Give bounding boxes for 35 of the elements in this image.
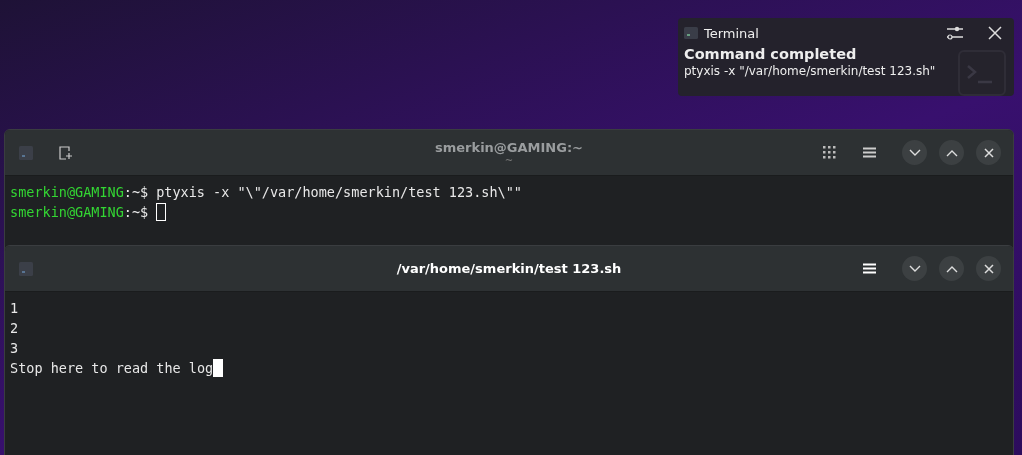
terminal-icon xyxy=(19,145,33,160)
app-name: Terminal xyxy=(704,25,760,41)
maximize-button[interactable] xyxy=(939,140,964,165)
close-button[interactable] xyxy=(976,140,1001,165)
notification-body: ptyxis -x "/var/home/smerkin/test 123.sh" xyxy=(684,64,936,78)
close-button[interactable] xyxy=(976,256,1001,281)
output-text: 3 xyxy=(10,339,19,358)
chevron-up-icon xyxy=(945,264,958,273)
close-icon xyxy=(983,263,994,274)
maximize-button[interactable] xyxy=(939,256,964,281)
prompt-user: smerkin@GAMING xyxy=(10,203,124,222)
output-text: 1 xyxy=(10,299,19,318)
chevron-down-icon xyxy=(908,148,921,157)
chevron-up-icon xyxy=(945,148,958,157)
prompt-symbol: :~$ xyxy=(123,203,149,222)
chevron-down-icon xyxy=(908,264,921,273)
window-subtitle: ~ xyxy=(504,154,514,166)
minimize-button[interactable] xyxy=(902,256,927,281)
notification-title: Command completed xyxy=(684,46,858,62)
close-icon xyxy=(983,147,994,158)
prompt-symbol: :~$ xyxy=(123,183,149,202)
menu-icon[interactable] xyxy=(863,147,876,158)
window-title: /var/home/smerkin/test 123.sh xyxy=(396,261,622,276)
window-title: smerkin@GAMING:~ xyxy=(435,139,583,155)
settings-icon[interactable] xyxy=(946,25,964,41)
new-tab-icon[interactable] xyxy=(59,145,73,160)
prompt-user: smerkin@GAMING xyxy=(10,183,124,202)
output-text: Stop here to read the log xyxy=(10,359,214,378)
grid-icon[interactable] xyxy=(823,145,837,160)
command-text: ptyxis -x "\"/var/home/smerkin/test 123.sh\"" xyxy=(156,183,522,202)
output-text: 2 xyxy=(10,319,19,338)
close-icon[interactable] xyxy=(988,26,1002,40)
terminal-icon xyxy=(19,261,33,276)
minimize-button[interactable] xyxy=(902,140,927,165)
terminal-icon xyxy=(684,27,698,39)
